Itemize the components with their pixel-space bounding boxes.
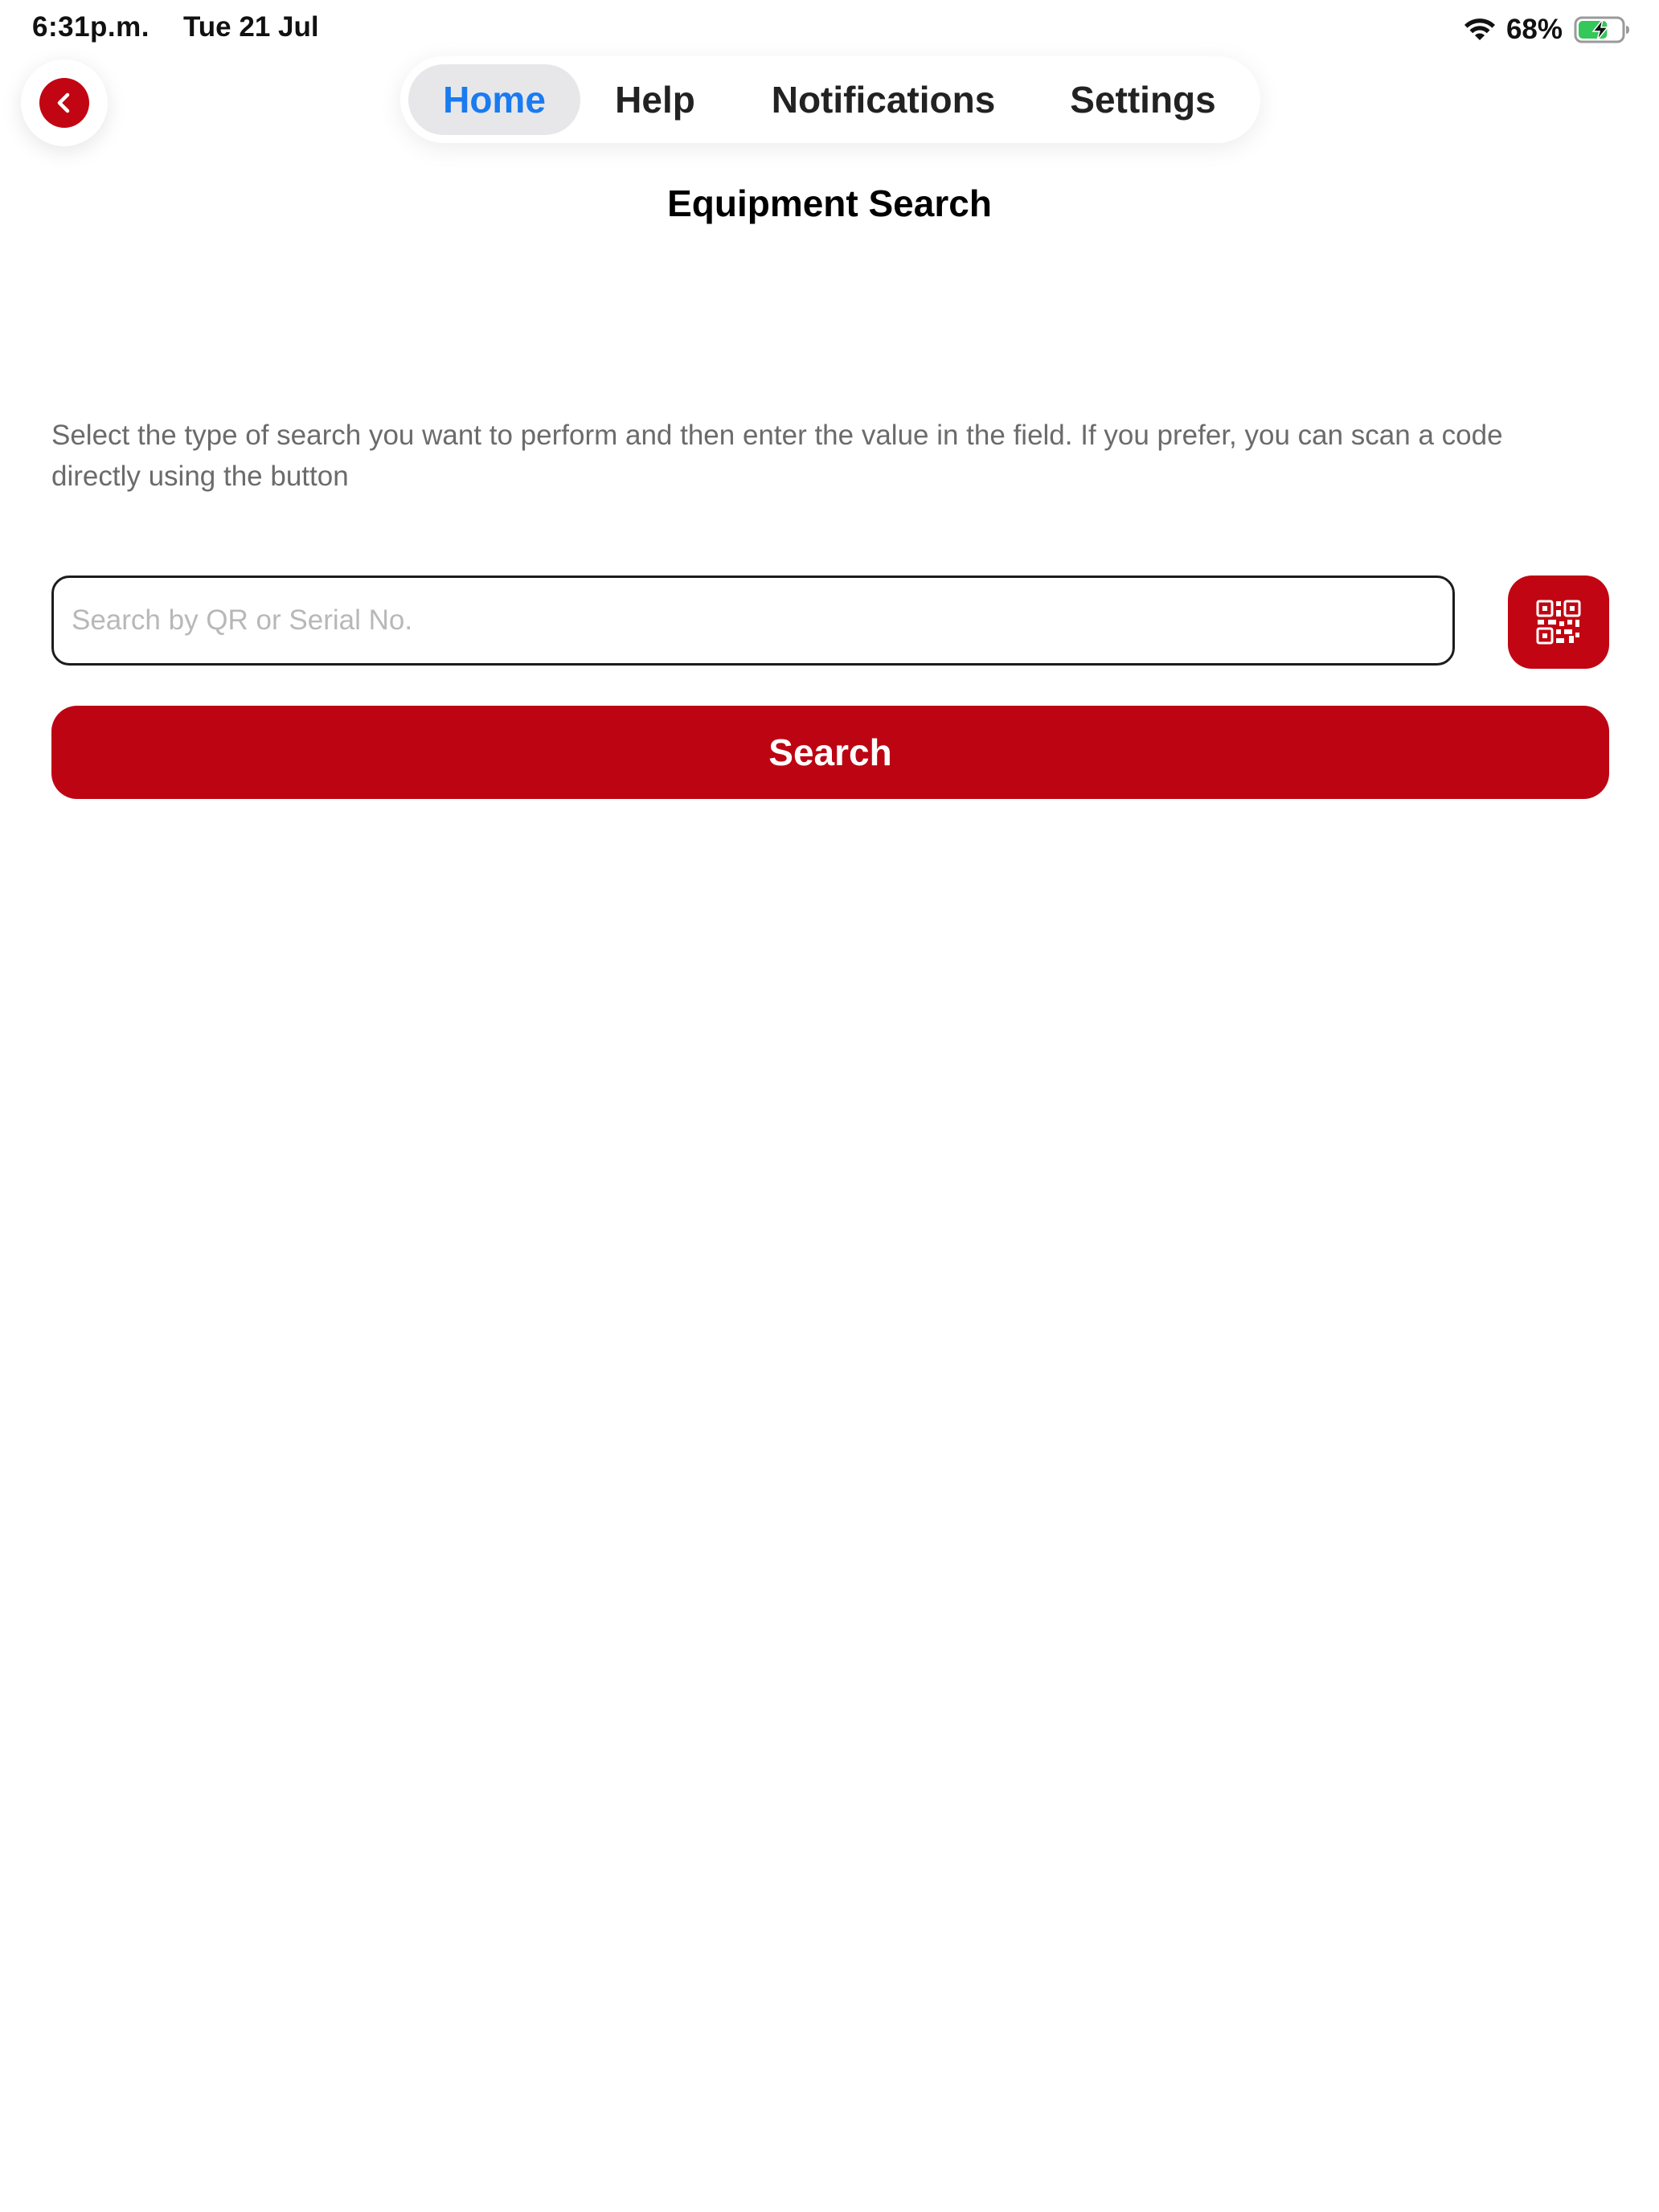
status-date: Tue 21 Jul: [183, 11, 319, 43]
tab-settings[interactable]: Settings: [1048, 64, 1238, 135]
tab-notifications[interactable]: Notifications: [759, 64, 1008, 135]
status-indicators: 68%: [1463, 10, 1630, 50]
wifi-icon: [1464, 18, 1495, 40]
qr-code-icon: [1536, 600, 1581, 645]
search-instructions: Select the type of search you want to pe…: [51, 420, 1503, 492]
battery-percent: 68%: [1505, 14, 1563, 45]
status-bar: 6:31p.m. Tue 21 Jul 68%: [0, 0, 1659, 61]
tab-home[interactable]: Home: [408, 64, 580, 135]
back-button-circle: [39, 78, 89, 128]
page-title: Equipment Search: [667, 182, 992, 224]
chevron-left-icon: [57, 92, 70, 113]
scan-qr-button[interactable]: [1508, 576, 1609, 669]
search-input[interactable]: [51, 576, 1455, 666]
search-button[interactable]: Search: [51, 706, 1609, 799]
back-button[interactable]: [21, 59, 108, 146]
tab-help[interactable]: Help: [595, 64, 715, 135]
status-time: 6:31p.m.: [32, 11, 150, 43]
equipment-search-screen: 6:31p.m. Tue 21 Jul 68% Home Help Notifi…: [0, 0, 1659, 2212]
top-tab-bar: Home Help Notifications Settings: [400, 56, 1260, 143]
battery-charging-icon: [1574, 16, 1629, 43]
